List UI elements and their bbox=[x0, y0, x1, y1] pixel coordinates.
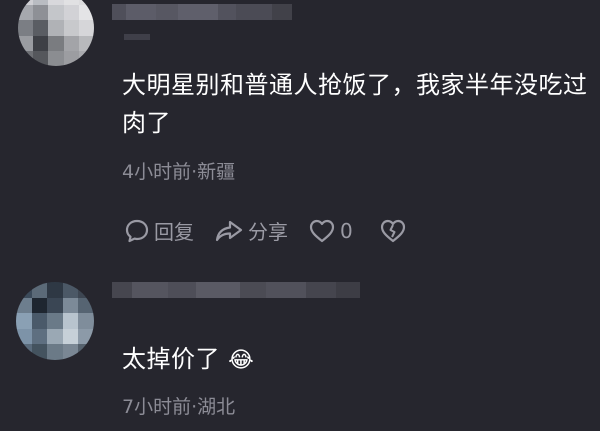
comment-actions: 回复 分享 0 bbox=[124, 216, 431, 245]
broken-heart-icon bbox=[380, 219, 405, 242]
laughing-tears-emoji: 😂 bbox=[228, 348, 255, 373]
like-button[interactable]: 0 bbox=[308, 218, 353, 244]
share-button[interactable]: 分享 bbox=[214, 216, 288, 245]
heart-outline-icon bbox=[309, 219, 335, 242]
like-count: 0 bbox=[340, 218, 353, 243]
reply-label: 回复 bbox=[154, 220, 194, 244]
comment-text: 太掉价了 bbox=[122, 345, 220, 373]
reply-button[interactable]: 回复 bbox=[124, 216, 194, 245]
share-arrow-icon bbox=[215, 220, 243, 241]
avatar[interactable] bbox=[16, 282, 94, 360]
comment-text-row: 太掉价了 😂 bbox=[122, 340, 592, 380]
comment-meta: 7小时前·湖北 bbox=[122, 396, 236, 418]
username-mosaic[interactable] bbox=[112, 282, 360, 298]
comment-meta: 4小时前·新疆 bbox=[122, 161, 236, 183]
dislike-button[interactable] bbox=[379, 218, 411, 244]
share-label: 分享 bbox=[248, 220, 288, 244]
username-sub-mosaic bbox=[124, 34, 150, 40]
username-mosaic[interactable] bbox=[112, 4, 292, 20]
comment-bubble-icon bbox=[125, 219, 149, 242]
comment-text: 大明星别和普通人抢饭了，我家半年没吃过肉了 bbox=[122, 71, 588, 137]
comment-item: 大明星别和普通人抢饭了，我家半年没吃过肉了 4小时前·新疆 回复 分享 0 bbox=[0, 0, 600, 270]
comment-item: 太掉价了 😂 7小时前·湖北 bbox=[0, 272, 600, 431]
avatar[interactable] bbox=[18, 0, 94, 66]
